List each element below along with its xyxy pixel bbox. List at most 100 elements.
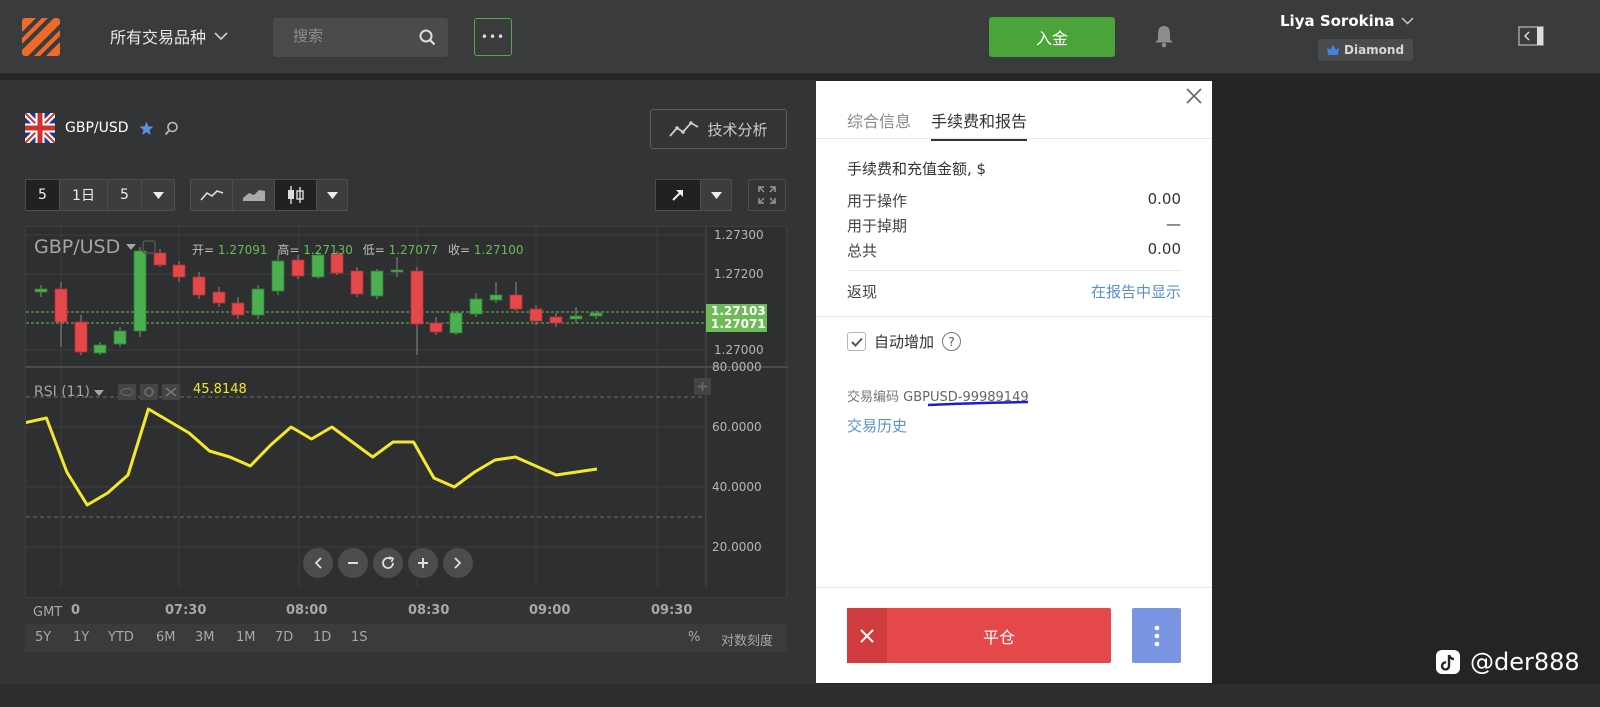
close-position-button[interactable]: 平仓 (847, 608, 1111, 663)
range-1y[interactable]: 1Y (73, 630, 89, 645)
rsi-line[interactable] (26, 407, 598, 507)
candlestick-chart-button[interactable] (275, 180, 317, 210)
period-dropdown-button[interactable] (142, 180, 174, 210)
candle[interactable] (449, 312, 463, 334)
drawing-dropdown-button[interactable] (701, 180, 731, 210)
zoom-out-button[interactable] (338, 548, 368, 578)
candle[interactable] (172, 264, 186, 278)
gear-icon[interactable] (140, 384, 158, 400)
candle[interactable] (370, 270, 384, 297)
fee-row-value: 0.00 (1147, 190, 1181, 208)
candle[interactable] (311, 254, 325, 278)
instrument-selector[interactable]: 所有交易品种 (110, 24, 228, 48)
close-icon[interactable] (1186, 88, 1202, 104)
candle[interactable] (489, 294, 503, 301)
more-menu-button[interactable]: ••• (474, 18, 512, 56)
candle[interactable] (390, 269, 404, 273)
deposit-button[interactable]: 入金 (989, 17, 1115, 57)
search-input[interactable] (293, 27, 413, 45)
candle[interactable] (589, 312, 603, 317)
watermark-handle: @der888 (1470, 648, 1580, 676)
candle[interactable] (410, 270, 424, 325)
arrow-up-right-icon (672, 190, 683, 201)
add-indicator-icon[interactable] (694, 378, 711, 395)
search-icon[interactable] (164, 121, 179, 136)
period-toolbar: 5 1日 5 (25, 179, 175, 211)
line-chart-icon (199, 190, 223, 201)
low-value: 1.27077 (388, 243, 439, 257)
candle[interactable] (529, 308, 543, 322)
candle[interactable] (549, 316, 563, 324)
candle[interactable] (34, 288, 48, 293)
collapse-panel-icon[interactable] (1518, 26, 1544, 46)
reset-view-button[interactable] (373, 548, 403, 578)
auto-increase-checkbox[interactable] (847, 332, 866, 351)
trade-history-link[interactable]: 交易历史 (847, 415, 907, 436)
douyin-logo-icon (1436, 650, 1460, 674)
candle[interactable] (569, 315, 583, 320)
fullscreen-button[interactable] (748, 179, 786, 211)
candle[interactable] (93, 344, 107, 354)
tab-fees-reports[interactable]: 手续费和报告 (931, 108, 1028, 141)
drawing-tool-button[interactable] (656, 180, 701, 210)
search-icon[interactable] (419, 29, 436, 46)
range-1d[interactable]: 1D (313, 630, 331, 645)
close-value: 1.27100 (473, 243, 524, 257)
range-5y[interactable]: 5Y (35, 630, 51, 645)
brand-logo-icon[interactable] (22, 18, 60, 56)
candle-period-button[interactable]: 5 (26, 180, 60, 210)
scroll-left-button[interactable] (303, 548, 333, 578)
range-ytd[interactable]: YTD (108, 630, 134, 645)
bottom-strip (0, 684, 1600, 707)
range-6m[interactable]: 6M (156, 630, 176, 645)
candle[interactable] (429, 322, 443, 333)
technical-analysis-button[interactable]: 技术分析 (650, 109, 787, 149)
settings-icon[interactable] (142, 240, 156, 254)
fullscreen-icon (758, 186, 776, 204)
candle[interactable] (231, 302, 245, 316)
open-label: 开= (192, 243, 215, 257)
chart-symbol-title[interactable]: GBP/USD (34, 236, 156, 258)
price-chart[interactable]: 1.27300 1.27200 1.27000 1.27103 1.27071 80.00… (25, 226, 788, 599)
range-1m[interactable]: 1M (236, 630, 256, 645)
candle[interactable] (212, 291, 226, 304)
scroll-right-button[interactable] (443, 548, 473, 578)
area-chart-button[interactable] (233, 180, 275, 210)
tab-general-info[interactable]: 综合信息 (847, 108, 911, 141)
help-icon[interactable]: ? (942, 332, 962, 351)
chart-type-toolbar (190, 179, 348, 211)
candle[interactable] (54, 288, 68, 323)
range-3m[interactable]: 3M (195, 630, 215, 645)
candle[interactable] (271, 260, 285, 292)
interval-button[interactable]: 5 (108, 180, 142, 210)
log-scale-toggle[interactable]: 对数刻度 (721, 630, 773, 649)
chart-canvas[interactable]: 1.27300 1.27200 1.27000 1.271031.27071 80.00… (26, 227, 788, 599)
star-icon[interactable] (139, 121, 154, 136)
candle[interactable] (113, 330, 127, 345)
candle[interactable] (192, 276, 206, 296)
zoom-in-button[interactable] (408, 548, 438, 578)
candle[interactable] (350, 270, 364, 295)
chart-title: GBP/USD (34, 236, 121, 258)
close-label: 收= (448, 243, 471, 257)
candle[interactable] (291, 259, 305, 277)
candle[interactable] (509, 294, 523, 310)
rsi-indicator-title[interactable]: RSI (11) (34, 384, 105, 400)
caret-down-icon (152, 191, 164, 199)
percent-toggle[interactable]: % (688, 630, 700, 645)
user-menu[interactable]: Liya Sorokina (1280, 12, 1414, 30)
open-value: 1.27091 (217, 243, 268, 257)
candle[interactable] (74, 321, 88, 353)
candle[interactable] (469, 298, 483, 315)
time-range-button[interactable]: 1日 (60, 180, 108, 210)
more-options-button[interactable] (1132, 608, 1181, 663)
range-1s[interactable]: 1S (351, 630, 368, 645)
cashback-report-link[interactable]: 在报告中显示 (1091, 281, 1181, 302)
range-7d[interactable]: 7D (275, 630, 293, 645)
candle[interactable] (251, 288, 265, 316)
line-chart-button[interactable] (191, 180, 233, 210)
uk-flag-icon (25, 113, 55, 143)
candle[interactable] (133, 250, 147, 332)
chart-type-dropdown-button[interactable] (317, 180, 347, 210)
bell-icon[interactable] (1154, 24, 1174, 48)
